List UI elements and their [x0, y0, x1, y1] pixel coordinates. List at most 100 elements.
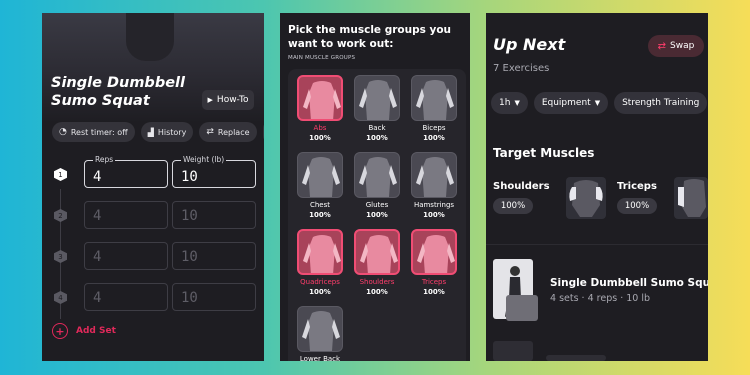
- muscle-body-icon: [297, 306, 343, 352]
- replace-chip[interactable]: ⇄ Replace: [199, 122, 257, 142]
- set-number: 2: [54, 209, 67, 222]
- muscle-body-icon: [411, 229, 457, 275]
- muscle-percent: 100%: [366, 134, 388, 142]
- muscle-name: Back: [368, 124, 386, 132]
- muscle-percent: 100%: [309, 288, 331, 296]
- more-chip[interactable]: [262, 122, 264, 142]
- muscle-percent: 100%: [309, 211, 331, 219]
- muscle-option[interactable]: Glutes 100%: [353, 152, 401, 219]
- muscle-option[interactable]: Shoulders 100%: [353, 229, 401, 296]
- muscle-name: Shoulders: [359, 278, 395, 286]
- weight-label: Weight (lb): [181, 155, 227, 164]
- divider: [486, 244, 708, 245]
- set-row: 1 Reps 4 Weight (lb) 10: [52, 155, 256, 188]
- timer-icon: ◔: [59, 127, 67, 137]
- equipment-filter[interactable]: Equipment ▼: [533, 92, 609, 114]
- duration-filter[interactable]: 1h ▼: [491, 92, 528, 114]
- type-filter[interactable]: Strength Training: [614, 92, 708, 114]
- reps-value: 4: [93, 290, 102, 306]
- weight-input[interactable]: 10: [172, 201, 256, 229]
- muscle-option[interactable]: Back 100%: [353, 75, 401, 142]
- muscle-option[interactable]: Biceps 100%: [410, 75, 458, 142]
- muscle-name: Glutes: [365, 201, 389, 209]
- muscle-option[interactable]: Triceps 100%: [410, 229, 458, 296]
- type-label: Strength Training: [622, 98, 700, 108]
- up-next-screen: Up Next ⇄ Swap 7 Exercises 1h ▼ Equipmen…: [486, 13, 708, 361]
- picker-title: Pick the muscle groups you want to work …: [288, 24, 452, 50]
- muscle-percent: 100%: [366, 211, 388, 219]
- reps-input[interactable]: Reps 4: [84, 155, 168, 188]
- reps-value: 4: [93, 169, 102, 185]
- weight-value: 10: [181, 249, 198, 265]
- target-name: Triceps: [617, 181, 657, 192]
- muscle-percent: 100%: [423, 134, 445, 142]
- set-number: 1: [54, 168, 67, 181]
- reps-input[interactable]: 4: [84, 242, 168, 270]
- triceps-icon: [674, 177, 708, 219]
- weight-input[interactable]: Weight (lb) 10: [172, 155, 256, 188]
- exercise-count: 7 Exercises: [493, 63, 550, 74]
- weight-input[interactable]: 10: [172, 242, 256, 270]
- set-row: 3 4 10: [52, 242, 256, 270]
- section-label: MAIN MUSCLE GROUPS: [288, 55, 356, 61]
- athlete-photo: [126, 13, 174, 61]
- howto-button[interactable]: ▶ How-To: [202, 90, 254, 110]
- swap-icon: ⇄: [657, 40, 667, 52]
- muscle-name: Lower Back: [299, 355, 341, 361]
- add-set-button[interactable]: + Add Set: [52, 323, 116, 339]
- replace-label: Replace: [217, 127, 250, 137]
- muscle-body-icon: [411, 75, 457, 121]
- plus-icon: +: [52, 323, 68, 339]
- target-muscle-shoulders: Shoulders 100%: [493, 181, 550, 214]
- chevron-down-icon: ▼: [594, 99, 601, 107]
- muscle-body-icon: [297, 152, 343, 198]
- replace-icon: ⇄: [206, 127, 214, 137]
- equipment-label: Equipment: [541, 98, 591, 108]
- muscle-body-icon: [354, 152, 400, 198]
- muscle-body-icon: [354, 229, 400, 275]
- muscle-name: Quadriceps: [300, 278, 340, 286]
- set-number: 3: [54, 250, 67, 263]
- muscle-body-icon: [297, 229, 343, 275]
- rest-timer-chip[interactable]: ◔ Rest timer: off: [52, 122, 135, 142]
- chevron-down-icon: ▼: [514, 99, 520, 107]
- workout-screen: Single Dumbbell Sumo Squat ▶ How-To ◔ Re…: [42, 13, 264, 361]
- add-set-label: Add Set: [76, 326, 116, 336]
- reps-label: Reps: [93, 155, 116, 164]
- duration-label: 1h: [499, 98, 511, 108]
- muscle-percent: 100%: [366, 288, 388, 296]
- muscle-body-icon: [411, 152, 457, 198]
- muscle-option[interactable]: Lower Back: [296, 306, 344, 361]
- target-name: Shoulders: [493, 181, 550, 192]
- muscle-option[interactable]: Chest 100%: [296, 152, 344, 219]
- weight-value: 10: [181, 169, 198, 185]
- reps-input[interactable]: 4: [84, 283, 168, 311]
- reps-value: 4: [93, 208, 102, 224]
- muscle-name: Hamstrings: [413, 201, 455, 209]
- muscle-percent: 100%: [309, 134, 331, 142]
- muscle-option[interactable]: Quadriceps 100%: [296, 229, 344, 296]
- exercise-options: ◔ Rest timer: off ▟ History ⇄ Replace: [52, 122, 264, 142]
- muscle-name: Triceps: [421, 278, 447, 286]
- exercise-title: Single Dumbbell Sumo Squat: [51, 75, 185, 109]
- next-exercise-name[interactable]: Single Dumbbell Sumo Squat: [550, 277, 708, 289]
- muscle-grid: Abs 100% Back 100% Biceps 100% Chest 100% Glutes…: [288, 69, 466, 361]
- set-row: 2 4 10: [52, 201, 256, 229]
- swap-button[interactable]: ⇄ Swap: [648, 35, 704, 57]
- play-icon: ▶: [207, 96, 213, 104]
- muscle-percent: 100%: [423, 288, 445, 296]
- filter-chips: 1h ▼ Equipment ▼ Strength Training: [491, 92, 708, 114]
- next-text-placeholder: [546, 355, 606, 361]
- muscle-option[interactable]: Hamstrings 100%: [410, 152, 458, 219]
- target-muscles-title: Target Muscles: [493, 146, 595, 160]
- reps-input[interactable]: 4: [84, 201, 168, 229]
- rest-timer-label: Rest timer: off: [70, 127, 128, 137]
- next-exercise-meta: 4 sets · 4 reps · 10 lb: [550, 293, 651, 304]
- set-number: 4: [54, 291, 67, 304]
- reps-value: 4: [93, 249, 102, 265]
- muscle-name: Chest: [309, 201, 331, 209]
- muscle-option[interactable]: Abs 100%: [296, 75, 344, 142]
- weight-input[interactable]: 10: [172, 283, 256, 311]
- set-row: 4 4 10: [52, 283, 256, 311]
- history-chip[interactable]: ▟ History: [140, 122, 194, 142]
